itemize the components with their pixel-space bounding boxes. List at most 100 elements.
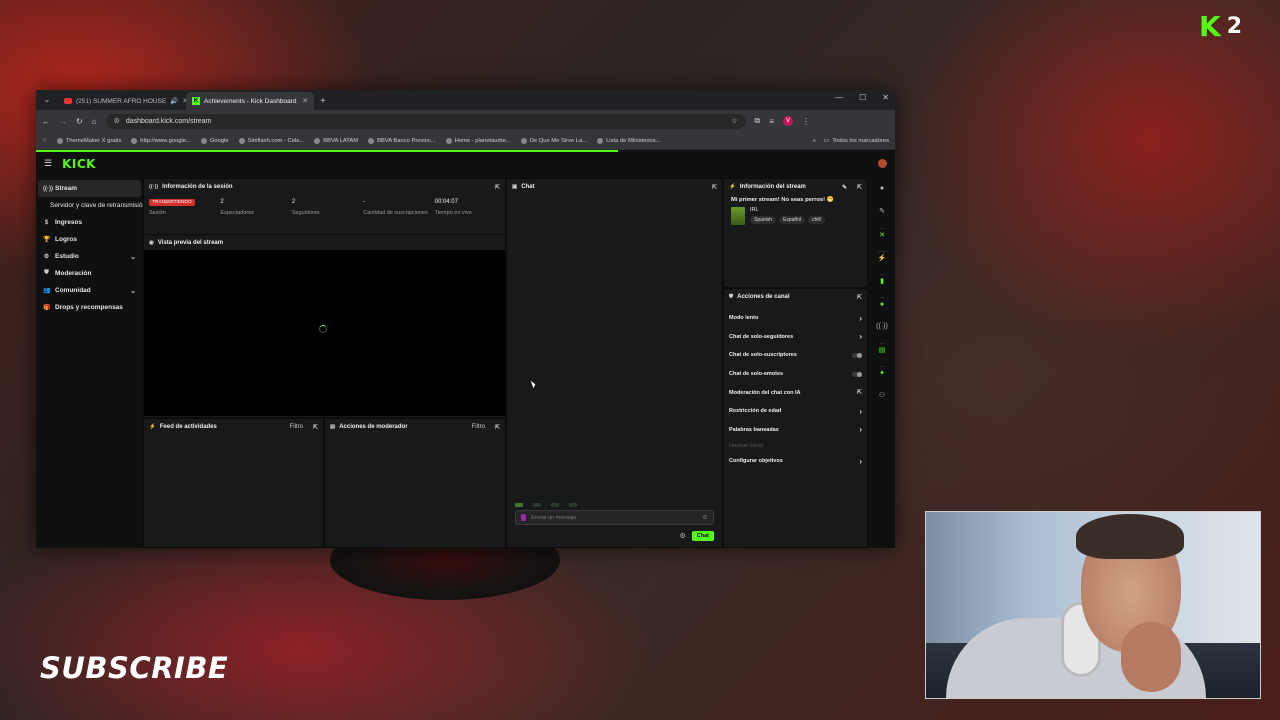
subscribers-only-toggle[interactable]	[852, 352, 862, 358]
edit-icon[interactable]: ✎	[879, 205, 885, 219]
mod-filter-button[interactable]: Filtro	[472, 424, 485, 430]
bookmark-item[interactable]: Home - planetaurbe...	[445, 137, 511, 144]
minimize-icon[interactable]: —	[835, 93, 843, 102]
sidebar-item-estudio[interactable]: ⚙ Estudio ⌄	[38, 248, 141, 265]
profile-avatar[interactable]: V	[782, 116, 793, 126]
loading-spinner-icon	[319, 325, 327, 333]
close-icon[interactable]: ✕	[879, 228, 885, 242]
bookmark-item[interactable]: http://www.google...	[131, 137, 191, 144]
bookmark-item[interactable]: Google	[200, 137, 229, 144]
back-icon[interactable]: ←	[42, 117, 50, 126]
all-bookmarks-button[interactable]: ▭ Todos los marcadores	[824, 138, 889, 144]
activity-filter-button[interactable]: Filtro	[290, 424, 303, 430]
chat-placeholder: Enviar un mensaje	[531, 514, 577, 521]
action-slow-mode[interactable]: Modo lento ›	[724, 309, 867, 328]
bookmark-item[interactable]: BBVA Banco Provinc...	[368, 137, 436, 144]
sidebar-item-ingresos[interactable]: $ Ingresos	[38, 214, 141, 231]
chat-message-input[interactable]: Enviar un mensaje ☺	[515, 510, 714, 525]
list-icon[interactable]: ▤	[878, 343, 886, 357]
live-status-badge: TRANSMITIENDO	[149, 198, 195, 206]
gear-icon: ⚙	[43, 254, 50, 260]
url-field[interactable]: ⚙ dashboard.kick.com/stream ☆	[105, 113, 746, 129]
kick-logo[interactable]: KICK	[62, 157, 96, 171]
chat-send-button[interactable]: Chat	[691, 531, 714, 541]
chat-panel: ▣ Chat ⇱ Enviar un mensaje ☺ ⚙ Chat	[506, 178, 723, 548]
stream-preview-video[interactable]	[144, 250, 505, 416]
popout-icon[interactable]: ⇱	[857, 184, 862, 191]
bookmark-item[interactable]: De Que Me Sirve La...	[520, 137, 587, 144]
broadcast-icon[interactable]: ((·))	[876, 320, 888, 334]
emote-shortcut[interactable]	[551, 503, 559, 507]
popout-icon[interactable]: ⇱	[712, 184, 717, 191]
emote-shortcut[interactable]	[569, 503, 577, 507]
bookmark-item[interactable]: Simflash.com - Cele...	[238, 137, 304, 144]
stream-info-header: ⚡ Información del stream ✎ ⇱	[729, 184, 862, 191]
new-tab-button[interactable]: +	[314, 96, 332, 110]
bookmark-star-icon[interactable]: ☆	[731, 117, 737, 125]
sidebar-item-server-key[interactable]: Servidor y clave de retransmisión	[38, 197, 146, 214]
dashboard-sidebar: ((·)) Stream Servidor y clave de retransm…	[36, 177, 146, 548]
bookmark-favicon-icon	[200, 137, 207, 144]
forward-icon[interactable]: →	[59, 117, 67, 126]
tools-icon[interactable]: ✦	[879, 366, 885, 380]
stream-title: Mi primer stream! No seas perros! 😁	[731, 197, 834, 203]
emote-shortcut[interactable]	[533, 503, 541, 507]
action-followers-only[interactable]: Chat de solo-seguidores ›	[724, 328, 867, 347]
channel-actions-panel: ⛊ Acciones de canal ⇱ Modo lento › Chat d…	[723, 288, 868, 548]
sidebar-item-comunidad[interactable]: 👥 Comunidad ⌄	[38, 282, 141, 299]
user-avatar[interactable]	[878, 159, 887, 168]
hamburger-menu-icon[interactable]: ☰	[44, 158, 52, 169]
bookmark-item[interactable]: BBVA LATAM	[314, 137, 358, 144]
sidebar-item-logros[interactable]: 🏆 Logros	[38, 231, 141, 248]
users-icon: 👥	[43, 288, 51, 294]
bookmark-item[interactable]: ThemeMaker X gratis	[56, 137, 121, 144]
popout-icon[interactable]: ⇱	[313, 424, 318, 431]
stat-session: TRANSMITIENDO Sesión	[149, 197, 214, 216]
action-configure-goals[interactable]: Configurar objetivos ›	[724, 452, 867, 471]
chat-settings-icon[interactable]: ⚙	[679, 532, 685, 540]
emoji-icon[interactable]: ☺	[702, 515, 708, 521]
close-window-icon[interactable]: ✕	[882, 93, 889, 102]
tab-search-icon[interactable]: ⌄	[40, 93, 54, 107]
emotes-only-toggle[interactable]	[852, 371, 862, 377]
popout-icon[interactable]: ⇱	[495, 424, 500, 431]
home-icon[interactable]: ⌂	[92, 117, 97, 126]
edit-icon[interactable]: ✎	[842, 184, 847, 191]
bookmark-favicon-icon	[445, 137, 452, 144]
reload-icon[interactable]: ↻	[76, 117, 83, 126]
chevron-right-icon: ›	[859, 313, 862, 323]
apps-icon[interactable]: ⁙	[42, 138, 47, 144]
maximize-icon[interactable]: ☐	[859, 93, 866, 102]
info-icon[interactable]: ●	[880, 182, 884, 196]
sidebar-item-drops[interactable]: 🎁 Drops y recompensas	[38, 299, 141, 316]
more-bookmarks-icon[interactable]: »	[813, 138, 816, 144]
popout-icon[interactable]: ⇱	[495, 184, 500, 191]
document-icon[interactable]: ▮	[880, 274, 884, 288]
close-tab-icon[interactable]: ✕	[302, 97, 308, 105]
users-icon[interactable]: ⚇	[879, 389, 885, 403]
sidebar-item-stream[interactable]: ((·)) Stream	[38, 180, 141, 197]
activity-feed-header: ⚡ Feed de actividades Filtro ⇱	[149, 424, 318, 431]
chevron-down-icon: ⌄	[130, 287, 136, 295]
action-age-restriction[interactable]: Restricción de edad ›	[724, 402, 867, 421]
menu-icon[interactable]: ⋮	[802, 117, 810, 126]
tab-kick-dashboard[interactable]: K Achievements - Kick Dashboard ✕	[186, 92, 314, 110]
bookmark-item[interactable]: Lista de Ministerios...	[597, 137, 661, 144]
tab-youtube[interactable]: (251) SUMMER AFRO HOUSE 🔊 ✕	[58, 92, 186, 110]
bookmark-favicon-icon	[56, 137, 63, 144]
session-stats: TRANSMITIENDO Sesión 2 Espectadores 2 Se…	[144, 195, 505, 218]
chat-bubble-icon[interactable]: ●	[879, 297, 885, 311]
emote-shortcut[interactable]	[515, 503, 523, 507]
sidebar-item-moderacion[interactable]: ⛊ Moderación	[38, 265, 141, 282]
mod-actions-header: ▤ Acciones de moderador Filtro ⇱	[330, 424, 500, 431]
action-banned-words[interactable]: Palabras baneadas ›	[724, 421, 867, 440]
tab-label: Achievements - Kick Dashboard	[204, 97, 297, 105]
site-info-icon[interactable]: ⚙	[114, 117, 120, 125]
popout-icon[interactable]: ⇱	[857, 294, 862, 301]
stat-live-time: 00:04:07 Tiempo en vivo	[434, 199, 472, 216]
media-icon[interactable]: ≡	[769, 117, 774, 126]
lightning-icon[interactable]: ⚡	[877, 251, 887, 265]
action-ai-moderation[interactable]: Moderación del chat con IA ⇱	[724, 383, 867, 402]
extensions-icon[interactable]: ⧉	[755, 116, 761, 126]
kick-logo-icon: K	[1199, 10, 1221, 43]
